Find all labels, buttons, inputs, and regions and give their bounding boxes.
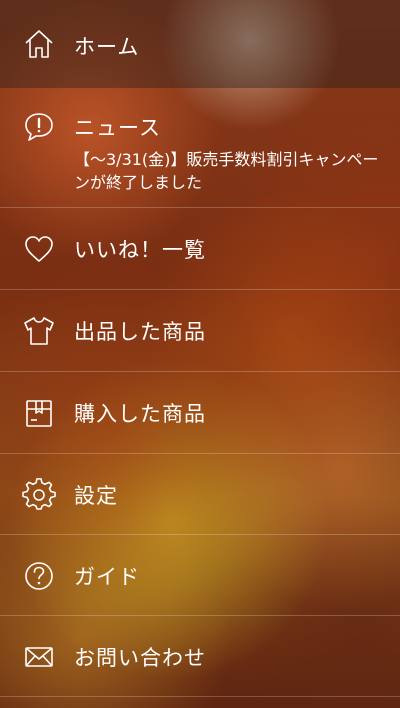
news-headline[interactable]: 【〜3/31(金)】販売手数料割引キャンペーンが終了しました bbox=[74, 148, 384, 194]
question-circle-icon bbox=[22, 559, 56, 593]
menu-item-likes[interactable]: いいね！一覧 bbox=[0, 208, 400, 290]
menu-item-contact[interactable]: お問い合わせ bbox=[0, 616, 400, 697]
home-icon bbox=[22, 27, 56, 61]
menu-item-settings[interactable]: 設定 bbox=[0, 454, 400, 535]
menu-item-news-label: ニュース bbox=[74, 116, 161, 140]
menu-item-likes-label: いいね！一覧 bbox=[74, 238, 206, 262]
box-icon bbox=[22, 396, 56, 430]
menu-item-home-label: ホーム bbox=[74, 35, 140, 59]
menu-item-settings-label: 設定 bbox=[74, 484, 118, 508]
menu-item-listed[interactable]: 出品した商品 bbox=[0, 290, 400, 372]
menu-item-purchased-label: 購入した商品 bbox=[74, 402, 206, 426]
gear-icon bbox=[22, 478, 56, 512]
menu-item-contact-label: お問い合わせ bbox=[74, 646, 206, 670]
menu-item-listed-label: 出品した商品 bbox=[74, 320, 206, 344]
envelope-icon bbox=[22, 640, 56, 674]
menu-item-purchased[interactable]: 購入した商品 bbox=[0, 372, 400, 454]
menu-item-guide-label: ガイド bbox=[74, 565, 140, 589]
exclamation-speech-bubble-icon bbox=[22, 110, 56, 144]
menu-item-guide[interactable]: ガイド bbox=[0, 535, 400, 616]
side-menu: ホーム ニュース いいね！一覧 出品した商品 購入した商品 設定 ガイド お問い… bbox=[0, 0, 400, 697]
side-menu-screen: ホーム ニュース いいね！一覧 出品した商品 購入した商品 設定 ガイド お問い… bbox=[0, 0, 400, 708]
menu-item-home[interactable]: ホーム bbox=[0, 0, 400, 88]
heart-icon bbox=[22, 232, 56, 266]
t-shirt-icon bbox=[22, 314, 56, 348]
